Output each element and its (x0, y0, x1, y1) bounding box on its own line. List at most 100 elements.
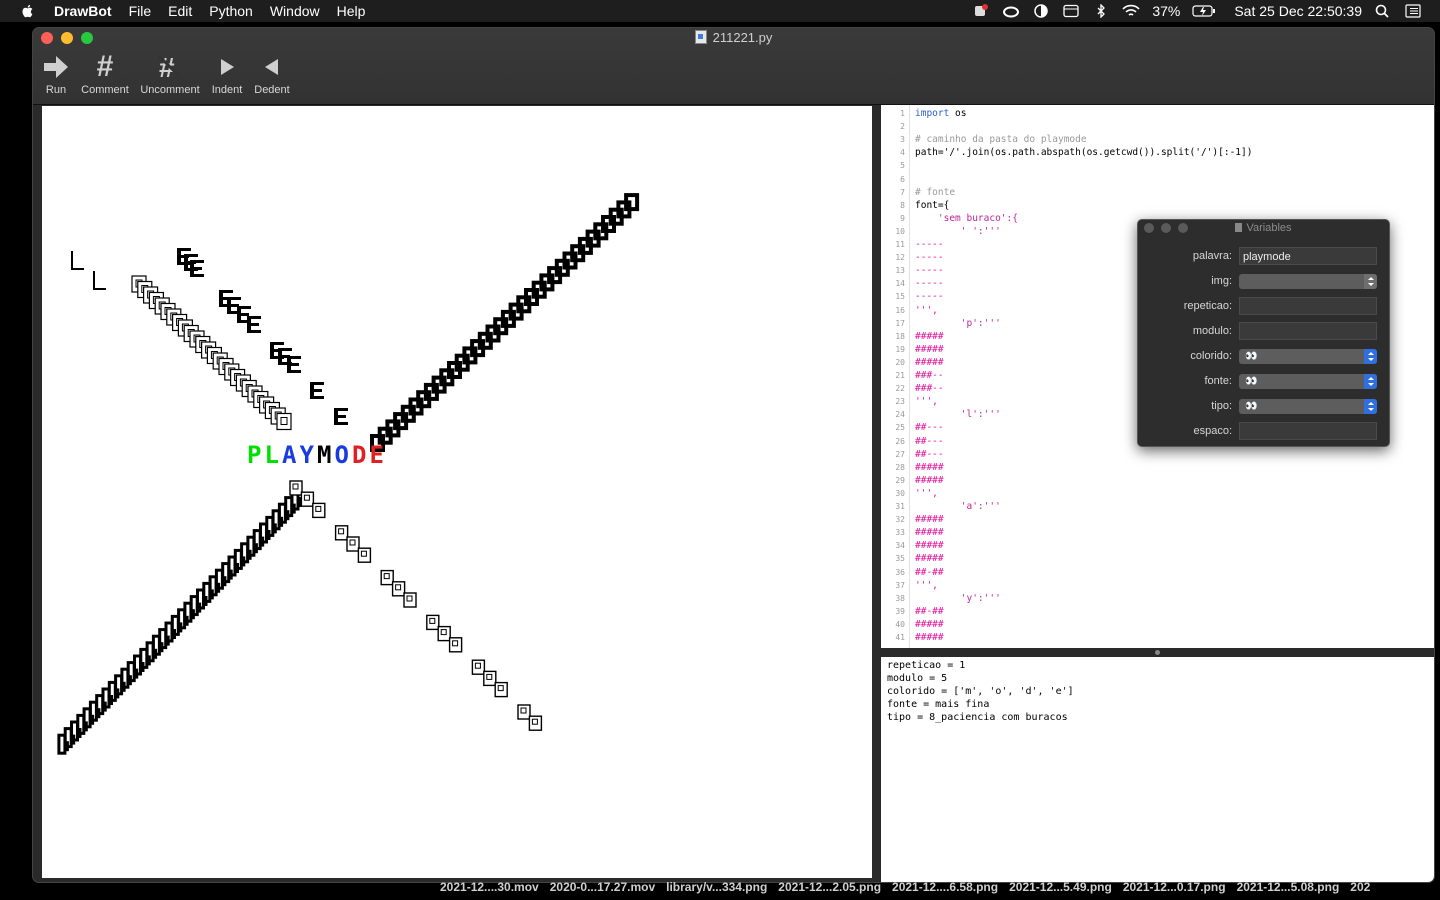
menu-python[interactable]: Python (209, 3, 253, 19)
playmode-letter: M (317, 441, 331, 469)
variable-label: tipo: (1211, 400, 1232, 412)
line-number: 24 (895, 410, 905, 420)
indent-button[interactable]: Indent (209, 50, 245, 96)
palette-minimize-button[interactable] (1161, 223, 1171, 233)
wifi-icon[interactable] (1122, 4, 1140, 18)
output-console[interactable]: repeticao = 1 modulo = 5 colorido = ['m'… (881, 657, 1434, 882)
glyph-mark (184, 615, 189, 626)
variable-popup[interactable]: 👀 (1239, 399, 1377, 414)
dark-mode-icon[interactable] (1032, 4, 1050, 18)
dedent-triangle-icon (265, 59, 278, 75)
uncomment-hash-icon: # (157, 53, 183, 81)
variable-text-field[interactable] (1239, 297, 1377, 315)
glyph-mark (260, 536, 265, 547)
glyph-mark (287, 356, 301, 373)
desktop-file[interactable]: 202 (1350, 880, 1370, 896)
glyph-mark (289, 480, 303, 496)
glyph-mark (391, 581, 406, 597)
code-line: ##### (915, 474, 944, 486)
desktop-file[interactable]: 2021-12...2.05.png (778, 880, 881, 896)
code-line: ''', (915, 396, 938, 408)
glyph-mark (279, 516, 284, 527)
playmode-letter: O (335, 441, 349, 469)
spotlight-search-icon[interactable] (1374, 4, 1392, 18)
bluetooth-icon[interactable] (1092, 4, 1110, 18)
menu-window[interactable]: Window (270, 3, 320, 19)
code-line: ###-- (915, 383, 944, 395)
code-line: ''', (915, 487, 938, 499)
code-line: ##### (915, 343, 944, 355)
glyph-mark (153, 648, 158, 659)
glyph-mark (448, 637, 463, 653)
output-line: modulo = 5 (887, 673, 948, 684)
variable-text-field[interactable] (1239, 322, 1377, 340)
variable-text-field[interactable] (1239, 422, 1377, 440)
popup-chevron-icon (1364, 399, 1377, 414)
palette-zoom-button[interactable] (1178, 223, 1188, 233)
battery-icon[interactable] (1192, 4, 1216, 18)
glyph-mark (403, 592, 417, 608)
glyph-mark (471, 659, 486, 675)
code-line: ##### (915, 514, 944, 526)
desktop-file[interactable]: 2020-0...17.27.mov (550, 880, 655, 896)
desktop-file[interactable]: 2021-12...5.08.png (1237, 880, 1340, 896)
menu-help[interactable]: Help (337, 3, 366, 19)
glyph-mark (134, 668, 139, 679)
line-number: 21 (895, 371, 905, 380)
line-number: 35 (895, 554, 905, 564)
popup-chevron-icon (1364, 374, 1377, 389)
variables-palette: Variables palavra: playmode img: repeticao:… (1137, 219, 1390, 447)
notification-center-icon[interactable] (1404, 4, 1422, 18)
line-number: 2 (900, 122, 905, 132)
desktop-file[interactable]: 2021-12...5.49.png (1009, 880, 1112, 896)
line-number: 4 (900, 148, 905, 158)
variable-label: repeticao: (1183, 300, 1232, 312)
line-number: 17 (895, 318, 905, 328)
code-line: path='/'.join(os.path.abspath(os.getcwd(… (915, 147, 1253, 159)
popup-chevron-icon (1364, 349, 1377, 364)
variable-popup[interactable]: 👀 (1239, 374, 1377, 389)
generated-artwork: PLAYMODE (57, 193, 640, 755)
variable-popup[interactable] (1239, 274, 1377, 289)
desktop-file[interactable]: library/v...334.png (666, 880, 767, 896)
playmode-letter: P (247, 441, 261, 469)
code-line: 'l':''' (915, 409, 1001, 421)
code-line: ##-## (915, 605, 944, 617)
desktop-file[interactable]: 2021-12....30.mov (440, 880, 539, 896)
code-line: 'y':''' (915, 592, 1001, 604)
line-number: 14 (895, 279, 905, 289)
menu-edit[interactable]: Edit (168, 3, 192, 19)
glyph-mark (190, 609, 195, 620)
menubar-clock[interactable]: Sat 25 Dec 22:50:39 (1234, 3, 1362, 19)
apple-logo-icon[interactable] (20, 3, 36, 19)
horizontal-split-divider[interactable] (881, 648, 1434, 657)
menu-app-name[interactable]: DrawBot (54, 3, 112, 19)
desktop-file[interactable]: 2021-12...0.17.png (1123, 880, 1226, 896)
glyph-mark (216, 582, 221, 593)
code-line: import os (915, 108, 967, 119)
comment-button[interactable]: # Comment (78, 50, 132, 97)
dedent-button[interactable]: Dedent (251, 50, 293, 96)
code-line: ''', (915, 579, 938, 591)
calendar-icon[interactable] (1062, 4, 1080, 18)
run-button[interactable]: Run (39, 50, 73, 96)
glyph-mark (624, 193, 640, 212)
variable-label: modulo: (1192, 325, 1232, 337)
code-line: ##### (915, 330, 944, 342)
glyph-mark (247, 316, 261, 333)
desktop-file[interactable]: 2021-12....6.58.png (892, 880, 998, 896)
glyph-mark (102, 701, 107, 712)
code-line: ##-## (915, 566, 944, 578)
vertical-split-divider[interactable] (872, 105, 881, 882)
variable-popup[interactable]: 👀 (1239, 349, 1377, 364)
drawing-canvas[interactable]: PLAYMODE (42, 106, 872, 878)
creative-cloud-icon[interactable] (1002, 4, 1020, 18)
uncomment-button[interactable]: # Uncomment (137, 50, 203, 96)
status-app-icon[interactable] (972, 4, 990, 18)
split-handle-icon[interactable] (1155, 650, 1160, 655)
menu-file[interactable]: File (129, 3, 152, 19)
palette-close-button[interactable] (1144, 223, 1154, 233)
variable-text-field[interactable]: playmode (1239, 247, 1377, 265)
code-line: # caminho da pasta do playmode (915, 134, 1087, 146)
variable-row: palavra: playmode (1138, 247, 1389, 267)
